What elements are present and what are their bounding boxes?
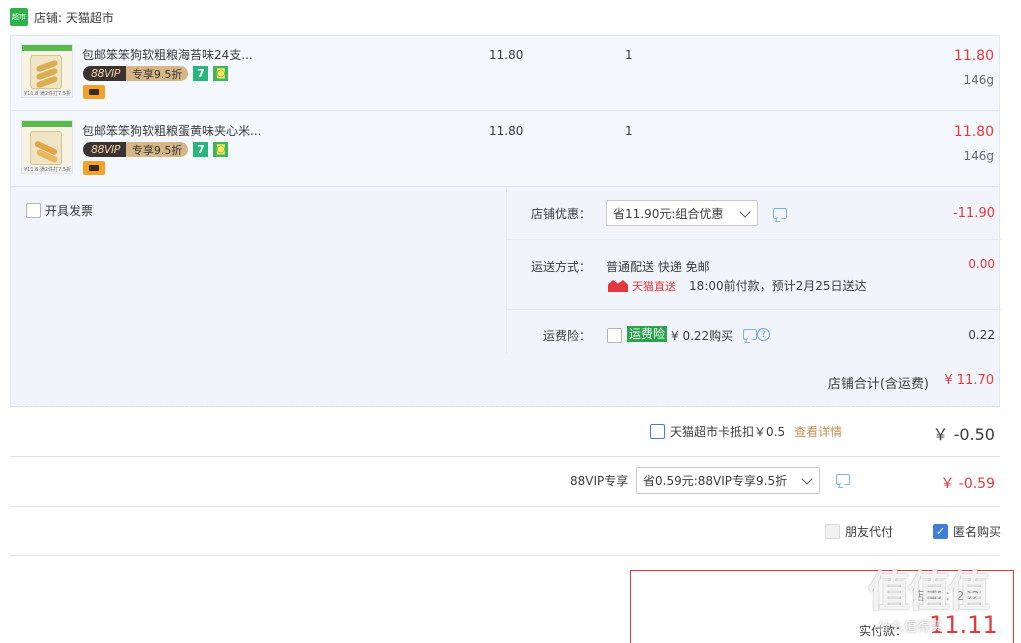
shop-discount-select[interactable]: 省11.90元:组合优惠 — [606, 200, 758, 226]
item-weight: 146g — [963, 149, 994, 163]
shop-discount-amount: -11.90 — [953, 206, 995, 221]
order-options-panel: 店铺优惠： 省11.90元:组合优惠 -11.90 运送方式： 普通配送 快递 … — [506, 186, 1001, 353]
watermark-logo: 值值值 — [868, 567, 990, 616]
item-subtotal: 11.80 — [953, 124, 994, 140]
vip-badge: 88VIP 专享9.5折 — [83, 142, 189, 157]
chat-icon[interactable] — [743, 329, 757, 340]
card-deduct-checkbox[interactable] — [650, 424, 665, 439]
shipping-method: 普通配送 快递 免邮 — [606, 260, 710, 274]
insurance-price: ¥ 0.22购买 — [671, 329, 734, 343]
card-deduct-option[interactable]: 天猫超市卡抵扣￥0.5 查看详情 — [650, 423, 842, 440]
insurance-amount: 0.22 — [968, 328, 995, 342]
shipping-label: 运送方式： — [531, 260, 592, 274]
shop-header: 超市 店铺: 天猫超市 — [10, 7, 114, 27]
invoice-label: 开具发票 — [45, 204, 94, 218]
card-deduct-label: 天猫超市卡抵扣￥0.5 — [670, 425, 786, 439]
store-total-amount: ¥ 11.70 — [944, 373, 994, 388]
shipping-amount: 0.00 — [968, 257, 995, 271]
anonymous-option[interactable]: ✓ 匿名购买 — [933, 523, 1001, 540]
card-payment-icon — [83, 85, 105, 99]
product-thumbnail[interactable]: ¥11.8 满2件打7.5折 — [21, 44, 73, 98]
insurance-row: 运费险： 运费险 ¥ 0.22购买 ? 0.22 — [507, 310, 1001, 353]
shop-discount-label: 店铺优惠： — [531, 207, 592, 221]
quantity: 1 — [625, 124, 633, 138]
vip-discount-amount: ￥ -0.59 — [940, 476, 995, 492]
shipping-row: 运送方式： 普通配送 快递 免邮 天猫直送 18:00前付款，预计2月25日送达… — [507, 240, 1001, 310]
chat-icon[interactable] — [836, 474, 850, 485]
item-title[interactable]: 包邮笨笨狗软粗粮蛋黄味夹心米... — [82, 122, 261, 139]
delivery-estimate: 18:00前付款，预计2月25日送达 — [689, 279, 867, 293]
invoice-option[interactable]: 开具发票 — [26, 202, 93, 219]
vip-discount-select[interactable]: 省0.59元:88VIP专享9.5折 — [636, 467, 820, 494]
chevron-down-icon — [801, 473, 813, 485]
thumb-caption: ¥11.8 满2件打7.5折 — [22, 166, 72, 173]
card-deduct-amount: ￥ -0.50 — [932, 425, 996, 444]
divider — [10, 456, 1000, 457]
item-weight: 146g — [963, 73, 994, 87]
anonymous-label: 匿名购买 — [953, 525, 1002, 539]
insurance-tag: 运费险 — [627, 326, 668, 342]
store-total-label: 店铺合计(含运费) — [827, 377, 929, 392]
unit-price: 11.80 — [489, 48, 524, 62]
vip-discount-label: 88VIP专享 — [570, 474, 629, 488]
friend-pay-checkbox[interactable] — [825, 524, 840, 539]
quantity: 1 — [625, 48, 633, 62]
invoice-checkbox[interactable] — [26, 203, 41, 218]
item-subtotal: 11.80 — [953, 48, 994, 64]
tmall-cat-icon — [608, 280, 628, 292]
seven-day-return-icon: 7 — [193, 66, 209, 81]
chat-icon[interactable] — [773, 208, 787, 219]
store-total-row: 店铺合计(含运费) ¥ 11.70 — [11, 354, 999, 406]
view-details-link[interactable]: 查看详情 — [794, 423, 842, 440]
card-payment-icon — [83, 161, 105, 175]
order-item: ¥11.8 满2件打7.5折 包邮笨笨狗软粗粮海苔味24支... 88VIP 专… — [11, 36, 999, 111]
insurance-label: 运费险： — [543, 329, 592, 343]
unit-price: 11.80 — [489, 124, 524, 138]
shop-name[interactable]: 店铺: 天猫超市 — [34, 9, 114, 26]
vip-badge: 88VIP 专享9.5折 — [83, 66, 189, 81]
guarantee-icon: ◙ — [213, 66, 229, 81]
product-thumbnail[interactable]: ¥11.8 满2件打7.5折 — [21, 120, 73, 174]
thumb-caption: ¥11.8 满2件打7.5折 — [22, 90, 72, 97]
friend-pay-label: 朋友代付 — [845, 525, 894, 539]
order-item: ¥11.8 满2件打7.5折 包邮笨笨狗软粗粮蛋黄味夹心米... 88VIP 专… — [11, 112, 999, 187]
chevron-down-icon — [739, 206, 751, 218]
divider — [10, 406, 1000, 407]
item-title[interactable]: 包邮笨笨狗软粗粮海苔味24支... — [82, 46, 253, 63]
divider — [10, 506, 1000, 507]
friend-pay-option[interactable]: 朋友代付 — [825, 523, 893, 540]
insurance-checkbox[interactable] — [607, 328, 622, 343]
watermark-site: 什么值得买 — [878, 620, 944, 635]
tmall-direct-badge: 天猫直送 — [608, 278, 676, 294]
divider — [10, 555, 1000, 556]
shop-discount-row: 店铺优惠： 省11.90元:组合优惠 -11.90 — [507, 186, 1001, 240]
tmall-supermarket-icon: 超市 — [10, 8, 28, 26]
seven-day-return-icon: 7 — [193, 142, 209, 157]
anonymous-checkbox[interactable]: ✓ — [933, 524, 948, 539]
help-icon[interactable]: ? — [757, 328, 770, 341]
guarantee-icon: ◙ — [213, 142, 229, 157]
